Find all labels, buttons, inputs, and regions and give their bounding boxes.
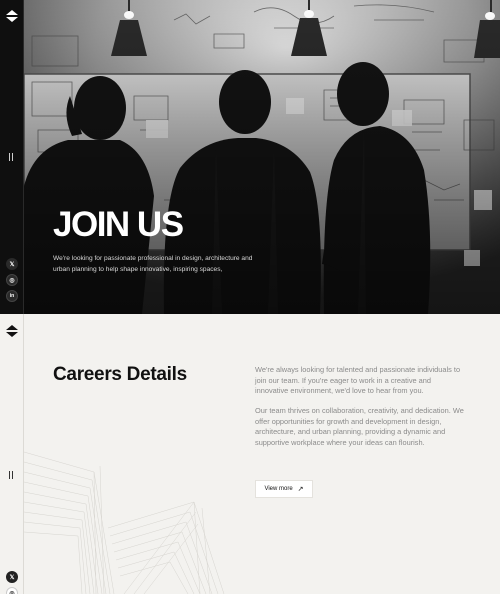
view-more-label: View more [264, 486, 293, 492]
wireframe-building-graphic [24, 451, 225, 594]
hero-sidebar: 𝕏 ◎ in [0, 0, 24, 314]
careers-paragraph-2: Our team thrives on collaboration, creat… [255, 406, 464, 447]
careers-title: Careers Details [53, 364, 187, 385]
instagram-icon[interactable]: ◎ [6, 274, 18, 286]
hero-section: 𝕏 ◎ in JOIN US We're looking for passion… [0, 0, 500, 314]
logo-icon[interactable] [6, 10, 18, 22]
page: 𝕏 ◎ in JOIN US We're looking for passion… [0, 0, 500, 594]
x-icon[interactable]: 𝕏 [6, 258, 18, 270]
careers-sidebar: 𝕏 ◎ [0, 314, 24, 594]
careers-paragraph-1: We're always looking for talented and pa… [255, 365, 461, 396]
menu-icon[interactable] [9, 471, 15, 479]
hero-title: JOIN US [53, 205, 184, 244]
x-icon[interactable]: 𝕏 [6, 571, 18, 583]
arrow-up-right-icon: ↗ [297, 486, 304, 493]
logo-icon[interactable] [6, 325, 18, 337]
linkedin-icon[interactable]: in [6, 290, 18, 302]
careers-section: 𝕏 ◎ Careers Details We're always looking… [0, 314, 500, 594]
menu-icon[interactable] [9, 153, 15, 161]
hero-description: We're looking for passionate professiona… [53, 255, 253, 273]
view-more-button[interactable]: View more ↗ [255, 480, 313, 498]
instagram-icon[interactable]: ◎ [6, 587, 18, 594]
